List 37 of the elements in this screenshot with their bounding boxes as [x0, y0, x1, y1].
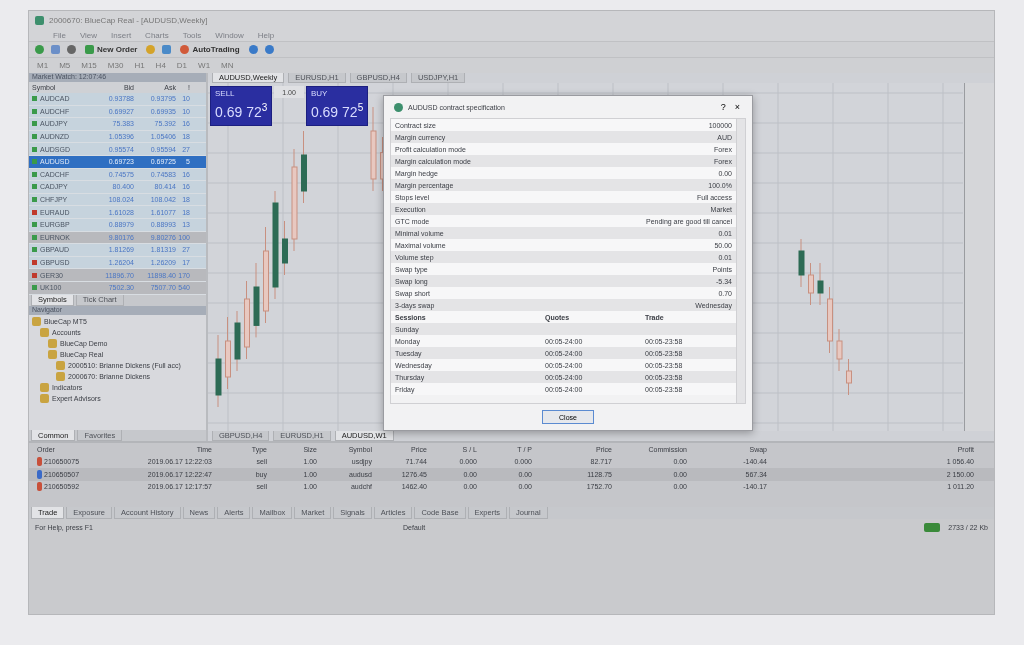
- candlestick: [808, 262, 814, 306]
- sell-icon: [37, 457, 42, 467]
- help-button[interactable]: ?: [718, 102, 728, 112]
- sell-icon: [37, 482, 42, 492]
- timeframe-button[interactable]: MN: [219, 61, 236, 70]
- close-button[interactable]: ×: [732, 102, 742, 112]
- buy-button[interactable]: BUY 0.69 72$^{5}$: [305, 86, 369, 126]
- menu-item[interactable]: View: [79, 30, 98, 40]
- menu-item[interactable]: Help: [257, 30, 275, 40]
- scrollbar[interactable]: [736, 119, 745, 403]
- window-title: 2000670: BlueCap Real - [AUDUSD,Weekly]: [49, 15, 208, 25]
- candlestick: [836, 328, 843, 372]
- menu-item[interactable]: Insert: [111, 30, 132, 40]
- timeframe-button[interactable]: M1: [35, 61, 51, 70]
- candlestick: [282, 220, 288, 276]
- app-icon: [394, 102, 403, 112]
- timeframe-button[interactable]: M30: [105, 61, 126, 70]
- autotrading-button[interactable]: AutoTrading: [178, 45, 242, 54]
- candlestick: [798, 238, 805, 288]
- candlestick: [234, 310, 241, 372]
- menu-item[interactable]: Charts: [145, 30, 169, 40]
- candlestick: [827, 286, 833, 354]
- app-icon: [35, 15, 44, 25]
- timeframe-button[interactable]: D1: [174, 61, 190, 70]
- timeframe-button[interactable]: H4: [153, 61, 168, 70]
- timeframe-button[interactable]: M5: [57, 61, 73, 70]
- menu-item[interactable]: Window: [215, 30, 244, 40]
- menu-item[interactable]: File: [53, 30, 66, 40]
- menu-item[interactable]: Tools: [182, 30, 202, 40]
- candlestick: [846, 358, 852, 396]
- candlestick: [817, 262, 824, 306]
- timeframe-button[interactable]: M15: [79, 61, 99, 70]
- timeframe-button[interactable]: H1: [132, 61, 147, 70]
- buy-icon: [37, 469, 42, 479]
- new-order-button[interactable]: New Order: [83, 45, 140, 54]
- timeframe-button[interactable]: W1: [196, 61, 213, 70]
- sell-button[interactable]: SELL 0.69 72$^{3}$: [210, 86, 273, 126]
